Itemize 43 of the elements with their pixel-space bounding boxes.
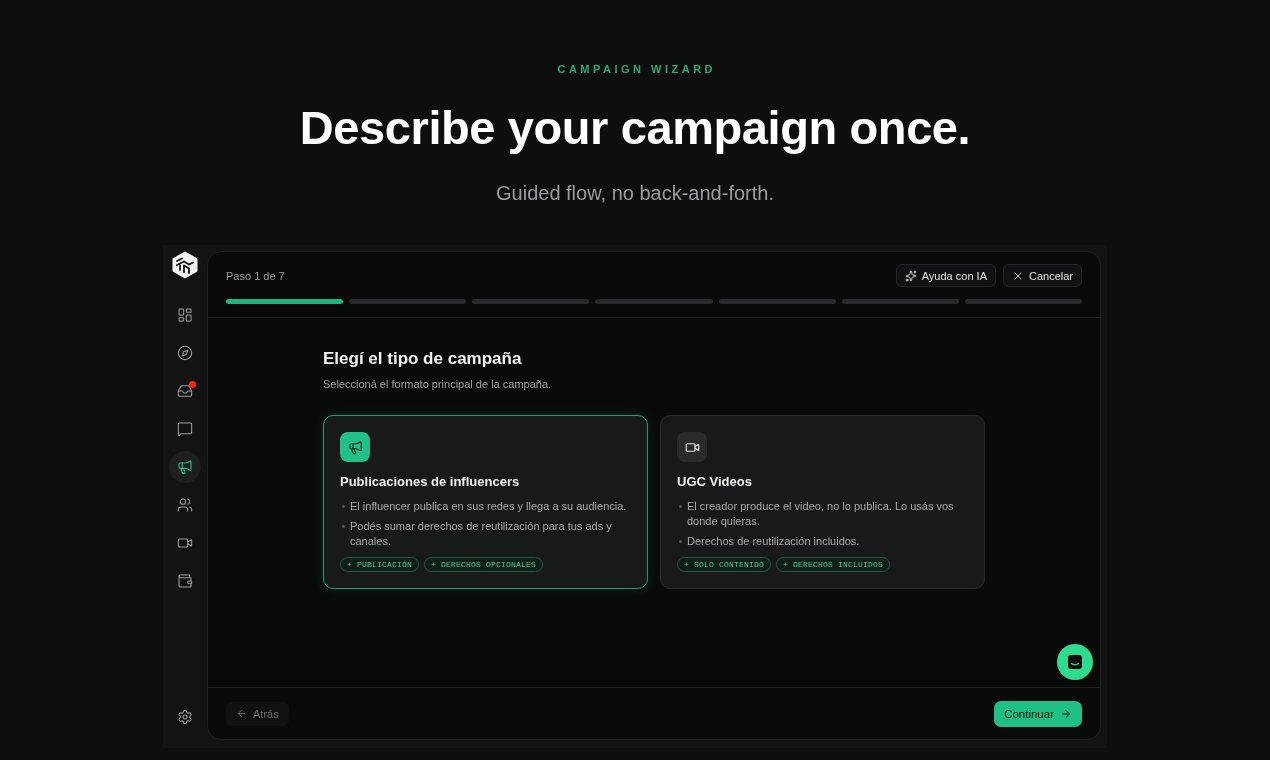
compass-icon: [177, 345, 193, 361]
video-camera-icon: [677, 432, 707, 462]
continue-button[interactable]: Continuar: [994, 700, 1082, 727]
campaign-type-card[interactable]: UGC Videos El creador produce el video, no lo publica. Lo usás vos donde quieras. Derechos de reutilización incluidos. + SOLO CONTENIDO + DERECHOS INCLUIDOS: [660, 415, 985, 589]
step-label: Paso 1 de 7: [226, 269, 285, 282]
hero-title: Describe your campaign once.: [299, 100, 971, 156]
wallet-icon: [177, 573, 193, 589]
video-camera-icon: [177, 535, 193, 551]
arrow-left-icon: [236, 708, 247, 719]
settings-icon: [177, 709, 193, 725]
step-subtitle: Seleccioná el formato principal de la campaña.: [323, 377, 553, 391]
message-icon: [177, 421, 193, 437]
feature-tag: + PUBLICACIÓN: [340, 557, 419, 572]
bullet-text: Podés sumar derechos de reutilización para tus ads y canales.: [350, 519, 613, 549]
megaphone-icon: [340, 432, 370, 462]
cancel-button[interactable]: Cancelar: [1002, 264, 1082, 287]
ai-help-button[interactable]: Ayuda con IA: [895, 264, 996, 287]
bullet-icon: [679, 540, 682, 543]
users-icon: [177, 497, 193, 513]
feature-tag: + SOLO CONTENIDO: [677, 557, 771, 572]
eyebrow-label: CAMPAIGN WIZARD: [556, 62, 717, 76]
feature-tag: + DERECHOS OPCIONALES: [424, 557, 544, 572]
dashboard-icon: [177, 307, 193, 323]
hero-subtitle: Guided flow, no back-and-forth.: [496, 181, 774, 205]
sidebar-item[interactable]: [169, 451, 201, 483]
sparkles-icon: [904, 269, 917, 282]
feature-tag: + DERECHOS INCLUIDOS: [776, 557, 891, 572]
campaign-type-card[interactable]: Publicaciones de influencers El influencer publica en sus redes y llega a su audiencia. Podés sumar derechos de reutilización para tus ads y canales. + PUBLICACIÓN + DERECHOS OPCIONALES: [323, 415, 648, 589]
bullet-text: Derechos de reutilización incluidos.: [687, 534, 860, 549]
logo-icon: [171, 251, 199, 279]
card-title: Publicaciones de influencers: [340, 473, 521, 491]
arrow-right-icon: [1060, 707, 1072, 720]
bullet-icon: [679, 505, 682, 508]
bullet-text: El creador produce el video, no lo publica. Lo usás vos donde quieras.: [687, 499, 955, 529]
megaphone-icon: [177, 459, 193, 475]
bullet-icon: [342, 505, 345, 508]
step-title: Elegí el tipo de campaña: [323, 348, 523, 370]
bullet-icon: [342, 525, 345, 528]
chat-icon: [1067, 654, 1083, 670]
bullet-text: El influencer publica en sus redes y llega a su audiencia.: [350, 499, 627, 514]
chat-button[interactable]: [1057, 644, 1093, 680]
card-title: UGC Videos: [677, 473, 753, 491]
inbox-icon: [177, 383, 193, 399]
